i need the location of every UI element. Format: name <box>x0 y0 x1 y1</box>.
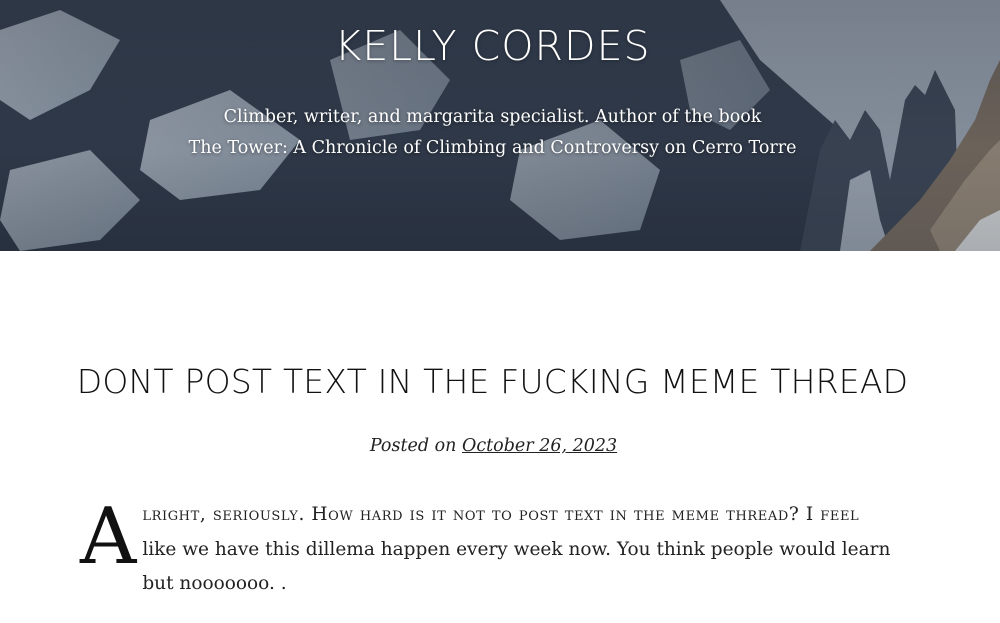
site-header-banner: KELLY CORDES Climber, writer, and margar… <box>0 0 1000 251</box>
posted-on-label: Posted on <box>369 436 457 456</box>
post-body: A lright, seriously. How hard is it not … <box>80 492 898 602</box>
post-first-line: lright, seriously. How hard is it not to… <box>142 504 860 525</box>
post-body-text: like we have this dillema happen every w… <box>142 538 891 595</box>
drop-cap-letter: A <box>80 492 137 582</box>
tagline-line-1: Climber, writer, and margarita specialis… <box>223 107 762 127</box>
post-date-link[interactable]: October 26, 2023 <box>462 436 617 456</box>
post-meta: Posted on October 26, 2023 <box>0 436 987 456</box>
site-tagline: Climber, writer, and margarita specialis… <box>0 102 985 164</box>
tagline-line-2: The Tower: A Chronicle of Climbing and C… <box>188 138 797 158</box>
post-title: DONT POST TEXT IN THE FUCKING MEME THREA… <box>76 362 909 401</box>
site-title-link[interactable]: KELLY CORDES <box>0 22 985 70</box>
